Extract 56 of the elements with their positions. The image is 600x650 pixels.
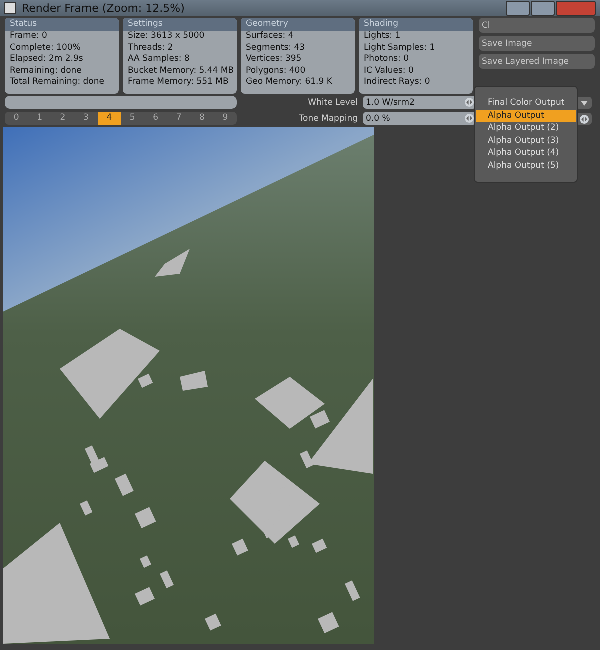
panel-line: Indirect Rays: 0 [363,77,432,89]
panel-line: Surfaces: 4 [245,31,295,43]
panel-line: Size: 3613 x 5000 [127,31,206,43]
frame-tab[interactable]: 3 [74,112,98,125]
maximize-button[interactable] [531,0,555,16]
panel-line: IC Values: 0 [363,66,415,78]
menu-item[interactable]: Alpha Output (4) [476,147,576,160]
panel-title: Settings [123,18,237,31]
action-button[interactable]: Save Image [479,36,595,51]
frame-tab[interactable]: 8 [190,112,214,125]
frame-tab[interactable]: 2 [51,112,75,125]
stepper-icon[interactable] [465,114,474,123]
frame-tab[interactable]: 1 [28,112,52,125]
value-field[interactable]: 0.0 % [363,112,477,125]
menu-item[interactable]: Alpha Output (2) [476,122,576,134]
minimize-button[interactable] [506,0,530,16]
frame-tab[interactable]: 0 [5,112,28,125]
field-label: White Level [307,98,358,108]
panel-line: Total Remaining: done [9,77,106,89]
frame-tab[interactable]: 7 [167,112,191,125]
panel-title: Shading [359,18,473,31]
value-field[interactable]: 1.0 W/srm2 [363,96,477,109]
field-label: Tone Mapping [298,114,358,124]
panel-line: Vertices: 395 [245,54,303,66]
panel-title: Status [5,18,119,31]
frame-tab[interactable]: 6 [144,112,168,125]
caret-icon [580,100,588,106]
menu-item[interactable]: Alpha Output (3) [476,134,576,147]
panel-line: Segments: 43 [245,42,306,54]
frame-tab[interactable]: 4 [98,112,122,125]
menu-item[interactable]: Alpha Output [476,110,576,122]
panel-line: Polygons: 400 [245,66,307,78]
window-title: Render Frame (Zoom: 12.5%) [22,2,185,14]
panel-line: Remaining: done [9,66,83,78]
panel-line: AA Samples: 8 [127,54,191,66]
app-icon [4,2,16,14]
panel-line: Light Samples: 1 [363,42,436,54]
panel-line: Photons: 0 [363,54,410,66]
panel-title: Geometry [241,18,355,31]
panel-line: Lights: 1 [363,31,402,43]
menu-item[interactable]: Final Color Output [476,97,576,110]
panel-line: Frame: 0 [9,31,48,43]
stepper-icon[interactable] [465,98,474,107]
close-button[interactable] [556,0,596,16]
panel-line: Elapsed: 2m 2.9s [9,54,84,66]
panel-line: Frame Memory: 551 MB [127,77,230,89]
action-button[interactable]: Cl [479,18,595,33]
panel-line: Geo Memory: 61.9 K [245,77,334,89]
panel-line: Bucket Memory: 5.44 MB [127,66,236,78]
action-button[interactable]: Save Layered Image [479,54,595,69]
panel-line: Threads: 2 [127,42,174,54]
frame-tab[interactable]: 9 [214,112,238,125]
stepper-icon [580,114,588,124]
menu-item[interactable]: Alpha Output (5) [476,160,576,172]
panel-line: Complete: 100% [9,42,82,54]
frame-tab[interactable]: 5 [121,112,144,125]
